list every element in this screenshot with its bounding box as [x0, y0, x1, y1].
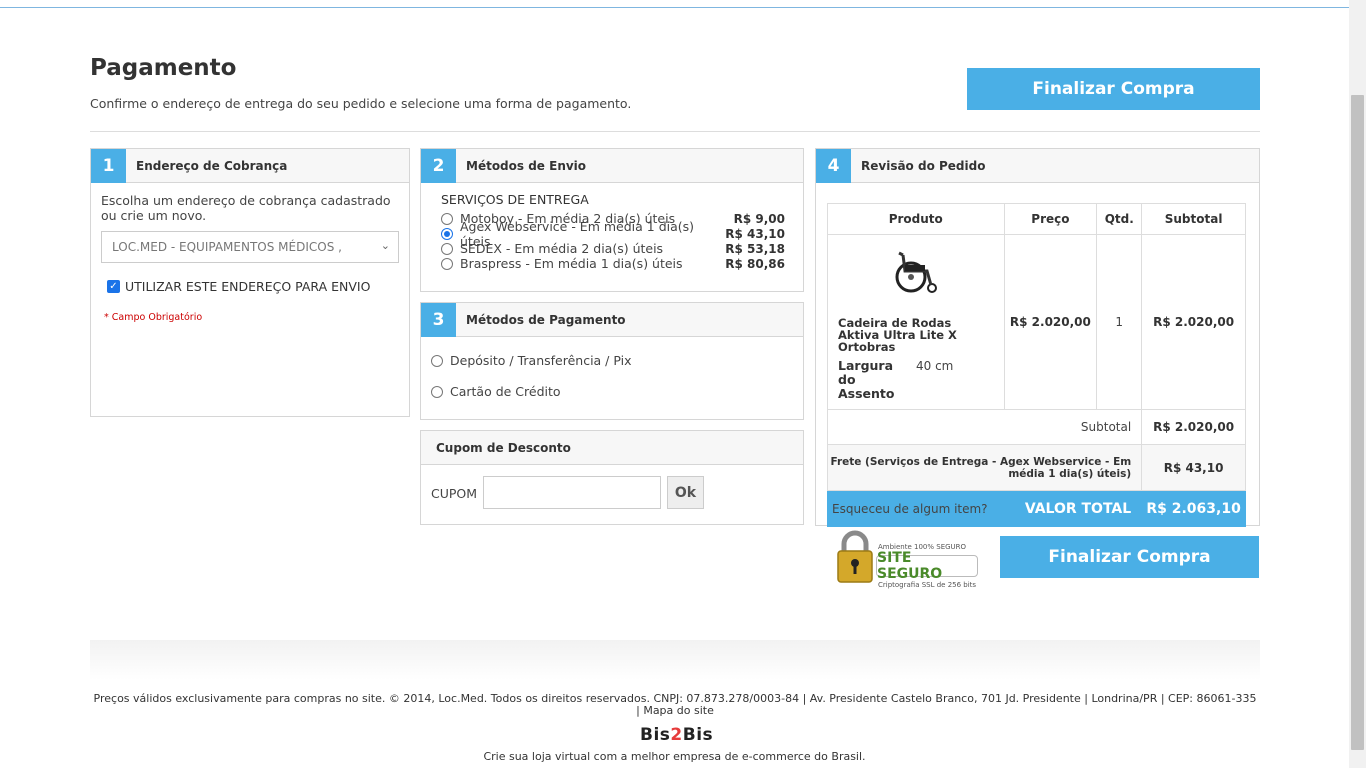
billing-address-select[interactable]: LOC.MED - EQUIPAMENTOS MÉDICOS , ⌄ [101, 231, 399, 263]
shipping-group-label: SERVIÇOS DE ENTREGA [441, 192, 589, 207]
shipping-option-name: SEDEX - Em média 2 dia(s) úteis [460, 241, 664, 256]
freight-label: Frete (Serviços de Entrega - Agex Webser… [826, 444, 1143, 491]
footer-tagline: Crie sua loja virtual com a melhor empre… [483, 750, 866, 763]
payment-option-credit-card[interactable]: Cartão de Crédito [431, 384, 561, 399]
shipping-radio-selected[interactable] [441, 227, 453, 240]
security-seal: Ambiente 100% SEGURO SITE SEGURO Criptog… [836, 530, 981, 592]
payment-panel-header: 3 Métodos de Pagamento [421, 302, 803, 337]
column-header: Produto [827, 203, 1005, 235]
finalize-button-top[interactable]: Finalizar Compra [967, 68, 1260, 110]
padlock-icon [837, 530, 873, 583]
shipping-title: Métodos de Envio [466, 158, 587, 173]
logo-part: Bis [682, 725, 714, 745]
finalize-button-bottom[interactable]: Finalizar Compra [1000, 536, 1259, 578]
billing-panel: 1 Endereço de Cobrança Escolha um endere… [90, 148, 410, 417]
shipping-panel: 2 Métodos de Envio SERVIÇOS DE ENTREGA M… [420, 148, 804, 292]
page-subtitle: Confirme o endereço de entrega do seu pe… [90, 96, 632, 111]
shipping-option-price: R$ 80,86 [725, 256, 785, 271]
column-header: Subtotal [1141, 203, 1246, 235]
payment-panel: 3 Métodos de Pagamento Depósito / Transf… [420, 302, 804, 420]
coupon-panel-header: Cupom de Desconto [421, 431, 803, 465]
divider [90, 131, 1260, 132]
logo-part: 2 [670, 725, 683, 745]
product-attribute: Largura do Assento 40 cm [838, 359, 994, 401]
review-panel-header: 4 Revisão do Pedido [816, 148, 1259, 183]
scrollbar-thumb[interactable] [1351, 95, 1364, 750]
billing-address-value: LOC.MED - EQUIPAMENTOS MÉDICOS , [112, 240, 342, 254]
subtotal-value: R$ 2.020,00 [1141, 409, 1246, 445]
seal-line2: SITE SEGURO [876, 550, 978, 582]
shipping-option-sedex[interactable]: SEDEX - Em média 2 dia(s) úteis R$ 53,18 [441, 241, 785, 256]
review-title: Revisão do Pedido [861, 158, 986, 173]
forgot-item-link[interactable]: Esqueceu de algum item? [832, 502, 988, 516]
attribute-value: 40 cm [916, 359, 954, 373]
billing-title: Endereço de Cobrança [136, 158, 288, 173]
bis2bis-logo[interactable]: Bis2Bis [640, 725, 713, 745]
coupon-input[interactable] [483, 476, 661, 509]
wheelchair-product-image[interactable] [891, 249, 941, 295]
chevron-down-icon: ⌄ [380, 239, 390, 252]
payment-radio[interactable] [431, 354, 443, 367]
product-price: R$ 2.020,00 [1003, 234, 1098, 410]
coupon-apply-button[interactable]: Ok [667, 476, 704, 509]
coupon-panel: Cupom de Desconto CUPOM Ok [420, 430, 804, 525]
top-border [0, 7, 1349, 8]
order-table: Produto Preço Qtd. Subtotal Cadeira de R… [826, 203, 1246, 527]
coupon-label: CUPOM [431, 486, 478, 501]
billing-panel-header: 1 Endereço de Cobrança [91, 148, 409, 183]
seal-line3: Criptografia SSL de 256 bits [878, 581, 977, 589]
payment-option-deposit[interactable]: Depósito / Transferência / Pix [431, 353, 632, 368]
product-quantity: 1 [1096, 234, 1143, 410]
review-panel: 4 Revisão do Pedido Produto Preço Qtd. S… [815, 148, 1260, 527]
payment-title: Métodos de Pagamento [466, 312, 626, 327]
logo-part: Bis [640, 725, 671, 745]
shipping-panel-header: 2 Métodos de Envio [421, 148, 803, 183]
shipping-options: Motoboy - Em média 2 dia(s) úteis R$ 9,0… [441, 211, 785, 271]
shipping-option-name: Braspress - Em média 1 dia(s) úteis [460, 256, 683, 271]
page-title: Pagamento [90, 55, 237, 81]
step-number: 4 [816, 148, 851, 183]
shipping-option-braspress[interactable]: Braspress - Em média 1 dia(s) úteis R$ 8… [441, 256, 785, 271]
step-number: 2 [421, 148, 456, 183]
shipping-option-price: R$ 9,00 [733, 211, 785, 226]
shipping-radio[interactable] [441, 242, 453, 255]
footer-text: Preços válidos exclusivamente para compr… [93, 692, 1257, 717]
step-number: 3 [421, 302, 456, 337]
payment-radio[interactable] [431, 385, 443, 398]
total-value: R$ 2.063,10 [1141, 490, 1246, 527]
attribute-label: Largura do Assento [838, 358, 895, 401]
payment-option-name: Depósito / Transferência / Pix [450, 353, 632, 368]
freight-row: Frete (Serviços de Entrega - Agex Webser… [826, 444, 1246, 491]
shipping-radio[interactable] [441, 212, 453, 225]
coupon-title: Cupom de Desconto [436, 440, 571, 455]
shipping-option-price: R$ 53,18 [725, 241, 785, 256]
scrollbar[interactable] [1349, 0, 1366, 768]
shipping-option-price: R$ 43,10 [725, 226, 785, 241]
column-header: Qtd. [1096, 203, 1143, 235]
use-for-shipping-option[interactable]: ✓ UTILIZAR ESTE ENDEREÇO PARA ENVIO [107, 279, 370, 294]
shipping-option-agex[interactable]: Agex Webservice - Em média 1 dia(s) útei… [441, 219, 785, 249]
required-field-note: * Campo Obrigatório [104, 312, 203, 323]
freight-value: R$ 43,10 [1141, 444, 1246, 491]
order-table-header: Produto Preço Qtd. Subtotal [827, 203, 1246, 235]
table-row: Cadeira de Rodas Aktiva Ultra Lite X Ort… [827, 234, 1246, 410]
use-for-shipping-checkbox[interactable]: ✓ [107, 280, 120, 293]
product-subtotal: R$ 2.020,00 [1141, 234, 1246, 410]
subtotal-row: Subtotal R$ 2.020,00 [826, 409, 1246, 445]
step-number: 1 [91, 148, 126, 183]
payment-option-name: Cartão de Crédito [450, 384, 561, 399]
footer-separator [90, 640, 1260, 680]
billing-instructions: Escolha um endereço de cobrança cadastra… [101, 193, 391, 223]
use-for-shipping-label: UTILIZAR ESTE ENDEREÇO PARA ENVIO [125, 279, 371, 294]
shipping-radio[interactable] [441, 257, 453, 270]
subtotal-label: Subtotal [826, 409, 1143, 445]
product-cell: Cadeira de Rodas Aktiva Ultra Lite X Ort… [827, 234, 1005, 410]
product-name[interactable]: Cadeira de Rodas Aktiva Ultra Lite X Ort… [838, 317, 994, 353]
column-header: Preço [1003, 203, 1098, 235]
